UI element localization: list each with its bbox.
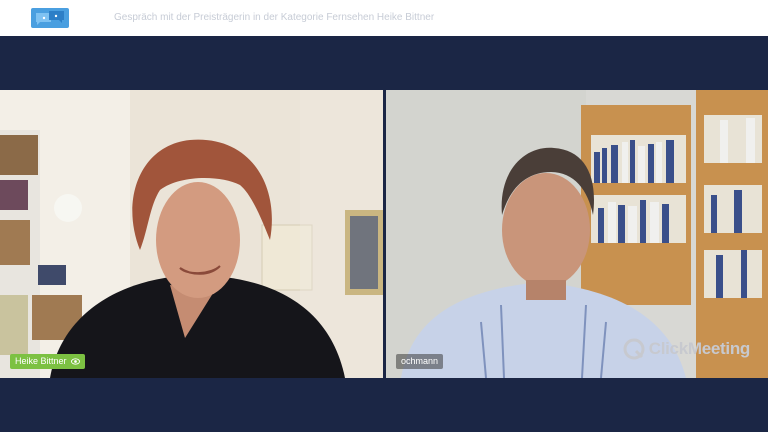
video-tile-heike-bittner[interactable]: Heike Bittner: [0, 90, 383, 378]
top-bar: Gespräch mit der Preisträgerin in der Ka…: [0, 0, 768, 36]
brand-watermark: ClickMeeting: [623, 338, 750, 360]
chat-bubbles-logo-icon: [31, 8, 69, 28]
participant-name: Heike Bittner: [15, 356, 67, 366]
eye-icon: [70, 358, 80, 365]
meeting-title: Gespräch mit der Preisträgerin in der Ka…: [114, 12, 435, 23]
participant-name-tag: Heike Bittner: [10, 354, 85, 369]
watermark-text: ClickMeeting: [648, 339, 751, 358]
participant-name: ochmann: [401, 356, 439, 366]
participant-video-feed: [0, 90, 383, 378]
participant-name-tag: ochmann: [396, 354, 444, 369]
video-tile-ochmann[interactable]: ochmann ClickMeeting: [386, 90, 768, 378]
participant-video-feed: [386, 90, 768, 378]
clickmeeting-logo-icon: [623, 338, 645, 360]
